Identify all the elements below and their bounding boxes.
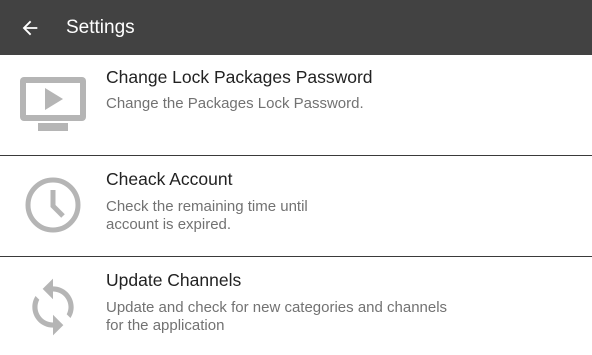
app-bar: Settings [0,0,592,55]
setting-check-account[interactable]: Cheack Account Check the remaining time … [0,156,592,257]
arrow-back-icon [22,20,38,35]
setting-subtitle: Check the remaining time until account i… [106,198,308,233]
setting-subtitle: Update and check for new categories and … [106,299,448,334]
page-title: Settings [66,16,135,38]
setting-subtitle: Change the Packages Lock Password. [106,95,364,112]
setting-title: Cheack Account [106,169,233,189]
tv-play-icon [18,70,88,140]
clock-icon [18,170,88,240]
back-button[interactable] [0,0,60,55]
setting-title: Change Lock Packages Password [106,67,373,87]
setting-update-channels[interactable]: Update Channels Update and check for new… [0,257,592,355]
setting-title: Update Channels [106,270,242,290]
sync-icon [18,272,88,342]
setting-change-lock-password[interactable]: Change Lock Packages Password Change the… [0,55,592,155]
